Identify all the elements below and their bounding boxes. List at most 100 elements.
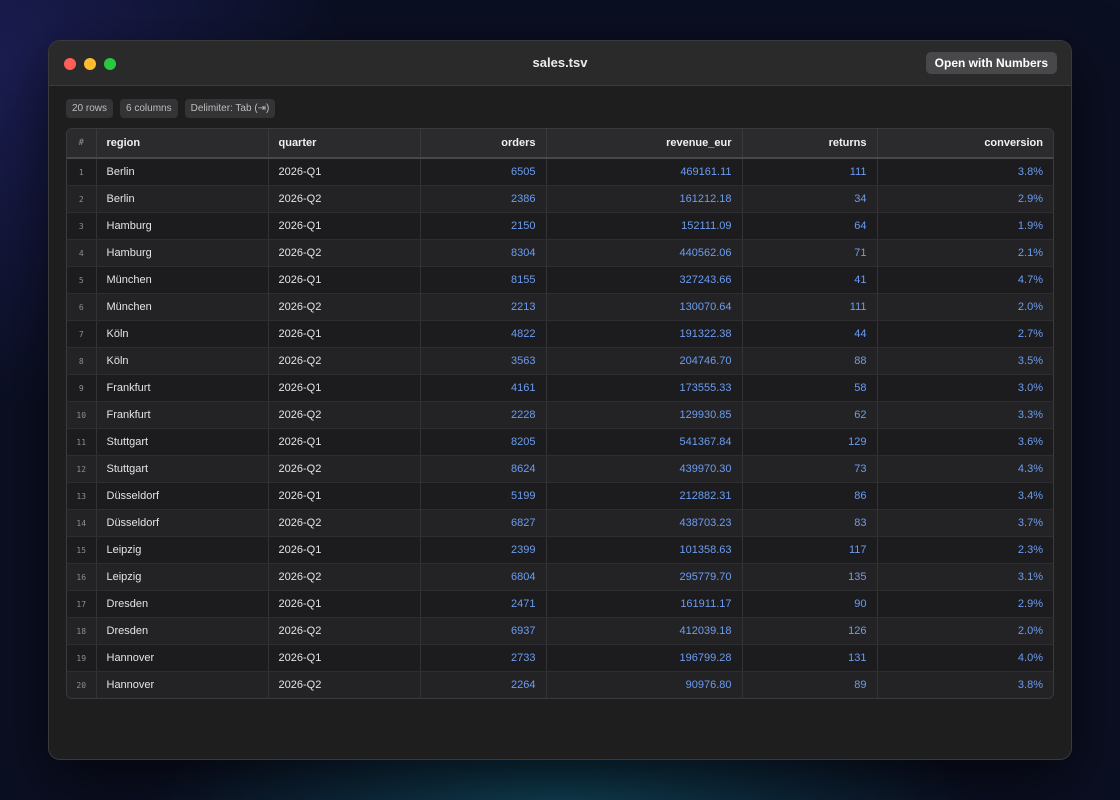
table-row[interactable]: 19 Hannover 2026-Q1 2733 196799.28 131 4.0% [67,644,1053,672]
revenue-eur-cell: 101358.63 [546,536,743,564]
orders-cell: 4822 [420,320,547,348]
returns-cell: 71 [742,239,878,267]
orders-cell: 2213 [420,293,547,321]
orders-cell: 2399 [420,536,547,564]
returns-cell: 88 [742,347,878,375]
table-row[interactable]: 12 Stuttgart 2026-Q2 8624 439970.30 73 4.3% [67,455,1053,483]
revenue-eur-cell: 130070.64 [546,293,743,321]
returns-cell: 111 [742,158,878,186]
revenue-eur-cell: 161212.18 [546,185,743,213]
column-header-returns[interactable]: returns [742,129,878,159]
column-count-badge: 6 columns [120,99,178,118]
revenue-eur-cell: 204746.70 [546,347,743,375]
row-index: 19 [67,644,97,672]
returns-cell: 89 [742,671,878,698]
table-row[interactable]: 8 Köln 2026-Q2 3563 204746.70 88 3.5% [67,347,1053,375]
table-row[interactable]: 16 Leipzig 2026-Q2 6804 295779.70 135 3.1% [67,563,1053,591]
region-cell: Stuttgart [96,428,269,456]
region-cell: Düsseldorf [96,509,269,537]
table-row[interactable]: 1 Berlin 2026-Q1 6505 469161.11 111 3.8% [67,158,1053,186]
table-row[interactable]: 15 Leipzig 2026-Q1 2399 101358.63 117 2.3% [67,536,1053,564]
quarter-cell: 2026-Q2 [268,563,421,591]
table-row[interactable]: 14 Düsseldorf 2026-Q2 6827 438703.23 83 3.7% [67,509,1053,537]
title-bar: sales.tsv Open with Numbers [49,41,1071,86]
column-header-conversion[interactable]: conversion [877,129,1053,159]
quarter-cell: 2026-Q2 [268,185,421,213]
region-cell: München [96,293,269,321]
conversion-cell: 2.3% [877,536,1053,564]
region-cell: Düsseldorf [96,482,269,510]
conversion-cell: 2.0% [877,617,1053,645]
table-row[interactable]: 3 Hamburg 2026-Q1 2150 152111.09 64 1.9% [67,212,1053,240]
region-cell: Frankfurt [96,401,269,429]
quarter-cell: 2026-Q1 [268,212,421,240]
orders-cell: 2150 [420,212,547,240]
table-row[interactable]: 9 Frankfurt 2026-Q1 4161 173555.33 58 3.0% [67,374,1053,402]
region-cell: Hamburg [96,212,269,240]
orders-cell: 4161 [420,374,547,402]
returns-cell: 86 [742,482,878,510]
delimiter-badge: Delimiter: Tab (⇥) [184,99,276,118]
table-row[interactable]: 17 Dresden 2026-Q1 2471 161911.17 90 2.9% [67,590,1053,618]
column-header-orders[interactable]: orders [420,129,547,159]
conversion-cell: 3.8% [877,158,1053,186]
revenue-eur-cell: 90976.80 [546,671,743,698]
returns-cell: 111 [742,293,878,321]
returns-cell: 129 [742,428,878,456]
quarter-cell: 2026-Q1 [268,644,421,672]
open-with-numbers-button[interactable]: Open with Numbers [925,52,1057,74]
orders-cell: 2471 [420,590,547,618]
region-cell: Hannover [96,644,269,672]
quarter-cell: 2026-Q1 [268,374,421,402]
row-index: 17 [67,590,97,618]
orders-cell: 8155 [420,266,547,294]
region-cell: Leipzig [96,536,269,564]
returns-cell: 64 [742,212,878,240]
conversion-cell: 4.3% [877,455,1053,483]
table-row[interactable]: 20 Hannover 2026-Q2 2264 90976.80 89 3.8% [67,671,1053,698]
region-cell: Berlin [96,185,269,213]
table-row[interactable]: 6 München 2026-Q2 2213 130070.64 111 2.0% [67,293,1053,321]
quarter-cell: 2026-Q2 [268,401,421,429]
table-row[interactable]: 7 Köln 2026-Q1 4822 191322.38 44 2.7% [67,320,1053,348]
row-index: 7 [67,320,97,348]
table-row[interactable]: 5 München 2026-Q1 8155 327243.66 41 4.7% [67,266,1053,294]
orders-cell: 8304 [420,239,547,267]
quarter-cell: 2026-Q2 [268,617,421,645]
region-cell: Köln [96,320,269,348]
quarter-cell: 2026-Q2 [268,671,421,698]
revenue-eur-cell: 196799.28 [546,644,743,672]
table-row[interactable]: 10 Frankfurt 2026-Q2 2228 129930.85 62 3.3% [67,401,1053,429]
table-row[interactable]: 11 Stuttgart 2026-Q1 8205 541367.84 129 3.6% [67,428,1053,456]
table-row[interactable]: 18 Dresden 2026-Q2 6937 412039.18 126 2.0% [67,617,1053,645]
row-count-badge: 20 rows [66,99,114,118]
table-row[interactable]: 2 Berlin 2026-Q2 2386 161212.18 34 2.9% [67,185,1053,213]
conversion-cell: 3.0% [877,374,1053,402]
row-index: 2 [67,185,97,213]
table-row[interactable]: 13 Düsseldorf 2026-Q1 5199 212882.31 86 3.4% [67,482,1053,510]
tsv-preview-window: sales.tsv Open with Numbers 20 rows 6 co… [48,40,1072,760]
revenue-eur-cell: 295779.70 [546,563,743,591]
returns-cell: 131 [742,644,878,672]
returns-cell: 126 [742,617,878,645]
revenue-eur-cell: 440562.06 [546,239,743,267]
row-index: 10 [67,401,97,429]
orders-cell: 6505 [420,158,547,186]
header-row: # region quarter orders revenue_eur retu… [67,129,1053,159]
orders-cell: 6827 [420,509,547,537]
file-info-badges: 20 rows 6 columns Delimiter: Tab (⇥) [66,99,1054,118]
row-index: 4 [67,239,97,267]
returns-cell: 58 [742,374,878,402]
revenue-eur-cell: 469161.11 [546,158,743,186]
table-row[interactable]: 4 Hamburg 2026-Q2 8304 440562.06 71 2.1% [67,239,1053,267]
column-header-quarter[interactable]: quarter [268,129,421,159]
conversion-cell: 2.7% [877,320,1053,348]
quarter-cell: 2026-Q1 [268,428,421,456]
conversion-cell: 4.7% [877,266,1053,294]
orders-cell: 8205 [420,428,547,456]
column-header-revenue-eur[interactable]: revenue_eur [546,129,743,159]
quarter-cell: 2026-Q1 [268,590,421,618]
conversion-cell: 3.8% [877,671,1053,698]
returns-cell: 41 [742,266,878,294]
column-header-region[interactable]: region [96,129,269,159]
